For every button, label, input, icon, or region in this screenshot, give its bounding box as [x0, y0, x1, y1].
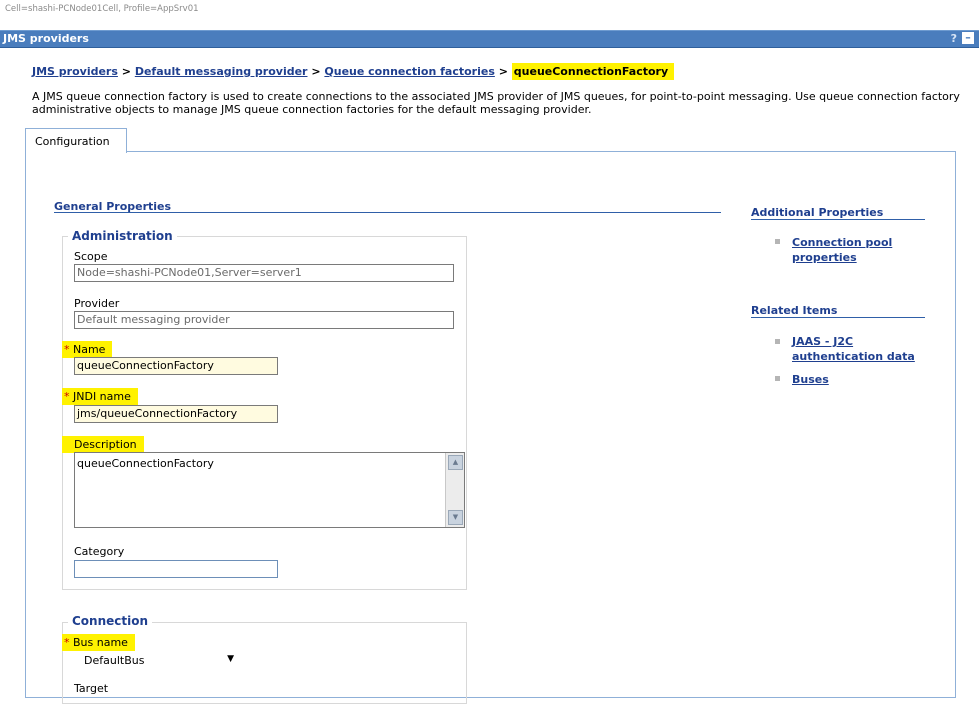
administration-legend: Administration: [68, 229, 177, 243]
description-text: queueConnectionFactory: [77, 457, 214, 470]
link-jaas-j2c-authentication-data[interactable]: JAAS - J2C authentication data: [792, 334, 922, 364]
category-label: Category: [74, 545, 125, 558]
cell-info-bar: Cell=shashi-PCNode01Cell, Profile=AppSrv…: [0, 0, 979, 24]
bullet-icon: [775, 376, 780, 381]
help-icon[interactable]: ?: [951, 32, 957, 45]
target-label: Target: [74, 682, 109, 695]
panel-header: JMS providers ? –: [0, 30, 979, 48]
related-items-heading: Related Items: [751, 304, 838, 317]
description-textarea[interactable]: queueConnectionFactory ▲ ▼: [74, 452, 465, 528]
bus-name-value: DefaultBus: [84, 654, 145, 667]
breadcrumb-separator: >: [498, 65, 508, 78]
breadcrumb-separator: >: [311, 65, 321, 78]
scroll-up-icon[interactable]: ▲: [448, 455, 463, 470]
breadcrumb-current: queueConnectionFactory: [511, 63, 675, 80]
name-label: * Name: [62, 341, 113, 358]
scope-field: Node=shashi-PCNode01,Server=server1: [74, 264, 454, 282]
name-label-text: Name: [73, 343, 106, 356]
connection-legend: Connection: [68, 614, 153, 628]
bus-name-select[interactable]: DefaultBus ▼: [80, 651, 240, 669]
category-input[interactable]: [74, 560, 278, 578]
tab-configuration[interactable]: Configuration: [25, 128, 127, 153]
jndi-name-label: * JNDI name: [62, 388, 138, 405]
chevron-down-icon[interactable]: ▼: [227, 654, 234, 664]
scroll-down-icon[interactable]: ▼: [448, 510, 463, 525]
panel-title: JMS providers: [3, 32, 89, 45]
breadcrumb-jms-providers[interactable]: JMS providers: [32, 65, 118, 78]
description-scrollbar[interactable]: ▲ ▼: [445, 453, 464, 527]
link-connection-pool-properties[interactable]: Connection pool properties: [792, 235, 912, 265]
required-icon: *: [64, 636, 70, 649]
breadcrumb-default-messaging-provider[interactable]: Default messaging provider: [135, 65, 308, 78]
provider-field: Default messaging provider: [74, 311, 454, 329]
cell-info-text: Cell=shashi-PCNode01Cell, Profile=AppSrv…: [5, 4, 199, 14]
jndi-name-label-text: JNDI name: [73, 390, 131, 403]
tab-configuration-label: Configuration: [35, 135, 110, 148]
description-label: Description: [62, 436, 144, 453]
additional-properties-divider: [751, 219, 925, 220]
breadcrumb: JMS providers > Default messaging provid…: [32, 63, 675, 80]
required-icon: *: [64, 390, 70, 403]
page-description: A JMS queue connection factory is used t…: [32, 90, 960, 116]
general-properties-divider: [54, 212, 721, 213]
bus-name-label-text: Bus name: [73, 636, 128, 649]
breadcrumb-queue-connection-factories[interactable]: Queue connection factories: [324, 65, 494, 78]
minimize-icon[interactable]: –: [962, 32, 974, 44]
additional-properties-heading: Additional Properties: [751, 206, 884, 219]
bullet-icon: [775, 239, 780, 244]
scope-label: Scope: [74, 250, 108, 263]
link-buses[interactable]: Buses: [792, 372, 829, 387]
bullet-icon: [775, 339, 780, 344]
related-items-divider: [751, 317, 925, 318]
name-input[interactable]: queueConnectionFactory: [74, 357, 278, 375]
required-icon: *: [64, 343, 70, 356]
bus-name-label: * Bus name: [62, 634, 135, 651]
jndi-name-input[interactable]: jms/queueConnectionFactory: [74, 405, 278, 423]
breadcrumb-separator: >: [121, 65, 131, 78]
provider-label: Provider: [74, 297, 120, 310]
